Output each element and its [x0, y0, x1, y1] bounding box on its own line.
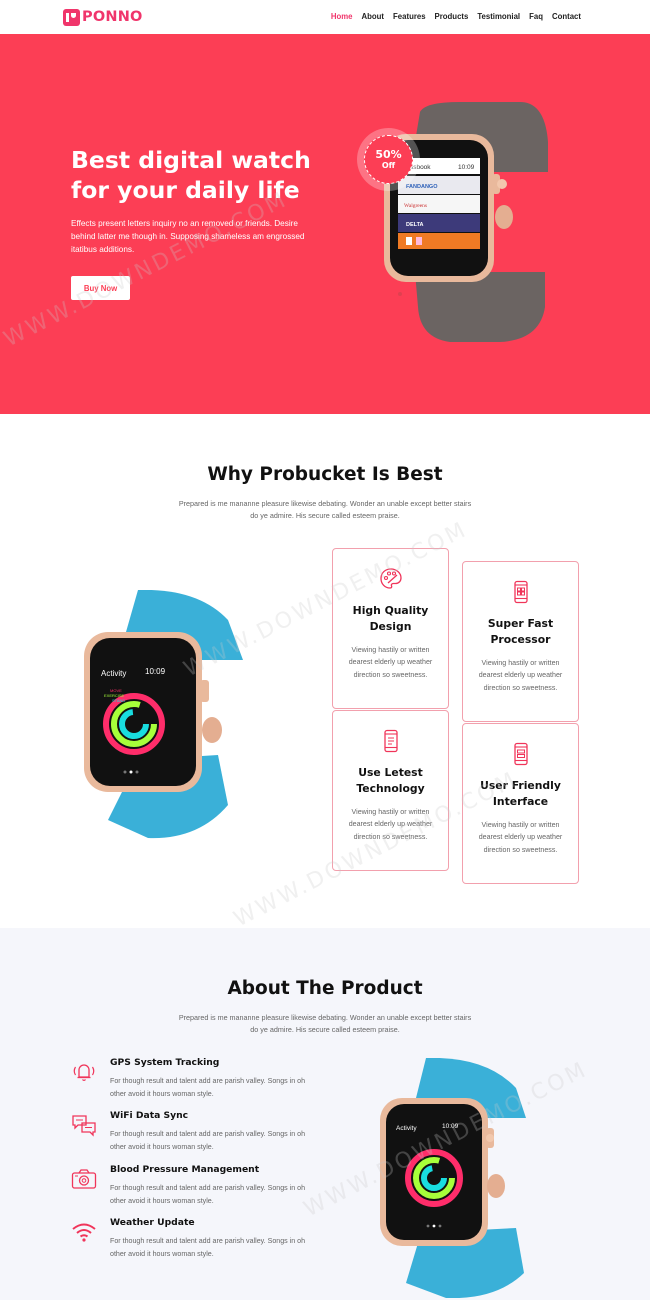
logo-icon [63, 8, 80, 26]
about-section: About The Product Prepared is me mananne… [0, 928, 650, 1300]
feature-card-text: Viewing hastily or written dearest elder… [478, 821, 563, 854]
about-feature-weather: Weather Update For though result and tal… [70, 1217, 340, 1266]
buy-now-button[interactable]: Buy Now [71, 276, 130, 300]
about-feature-blood-pressure: Blood Pressure Management For though res… [70, 1164, 340, 1213]
about-feature-text: For though result and talent add are par… [110, 1077, 306, 1098]
watch-card-delta: DELTA [406, 222, 424, 228]
logo-text: PONNO [82, 9, 143, 25]
feature-card-text: Viewing hastily or written dearest elder… [478, 659, 563, 692]
about-subtitle: Prepared is me mananne pleasure likewise… [178, 1013, 472, 1034]
top-navbar: PONNO Home About Features Products Testi… [0, 0, 650, 34]
about-feature-title: WiFi Data Sync [110, 1110, 189, 1121]
activity-time: 10:09 [145, 667, 166, 676]
hero-banner: Best digital watch for your daily life E… [0, 34, 650, 414]
about-feature-text: For though result and talent add are par… [110, 1184, 306, 1205]
why-subtitle: Prepared is me mananne pleasure likewise… [178, 499, 472, 520]
nav-item-faq[interactable]: Faq [529, 12, 543, 21]
logo[interactable]: PONNO [63, 8, 143, 26]
about-feature-title: Weather Update [110, 1217, 195, 1228]
why-watch-image: Activity 10:09 MOVE EXERCISE STAND [84, 590, 243, 839]
feature-card-text: Viewing hastily or written dearest elder… [348, 808, 433, 841]
discount-percent: 50% [375, 147, 402, 161]
nav-item-contact[interactable]: Contact [552, 12, 581, 21]
feature-card-title: Use Letest Technology [356, 766, 425, 795]
watch-card-fandango: FANDANGO [406, 184, 438, 190]
activity-time: 10:09 [442, 1123, 459, 1130]
discount-badge: 50% Off [357, 128, 420, 191]
ring-stand-label: STAND [112, 698, 125, 703]
main-menu: Home About Features Products Testimonial… [322, 12, 581, 21]
feature-card-processor[interactable]: Super Fast Processor Viewing hastily or … [462, 561, 579, 722]
nav-item-features[interactable]: Features [393, 12, 426, 21]
nav-item-products[interactable]: Products [435, 12, 469, 21]
feature-card-title: High Quality Design [352, 604, 429, 633]
nav-item-home[interactable]: Home [331, 12, 353, 21]
why-section: Why Probucket Is Best Prepared is me man… [0, 414, 650, 928]
hero-description: Effects present letters inquiry no an re… [71, 219, 305, 254]
activity-label: Activity [396, 1125, 417, 1132]
camera-icon [71, 1169, 97, 1189]
feature-card-technology[interactable]: Use Letest Technology Viewing hastily or… [332, 710, 449, 871]
wifi-icon [72, 1223, 96, 1242]
about-feature-wifi-sync: WiFi Data Sync For though result and tal… [70, 1110, 340, 1159]
feature-card-text: Viewing hastily or written dearest elder… [348, 646, 433, 679]
bell-ringing-icon [73, 1064, 95, 1081]
feature-card-title: Super Fast Processor [487, 617, 554, 646]
watch-screen-time: 10:09 [458, 164, 475, 171]
smartphone-icon [513, 742, 528, 766]
nav-item-about[interactable]: About [362, 12, 385, 21]
about-feature-gps: GPS System Tracking For though result an… [70, 1057, 340, 1106]
about-feature-title: Blood Pressure Management [110, 1164, 260, 1175]
smartphone-icon [383, 729, 398, 753]
about-watch-image: Activity 10:09 [380, 1058, 526, 1298]
chat-bubbles-icon [72, 1115, 96, 1137]
about-feature-text: For though result and talent add are par… [110, 1237, 306, 1258]
activity-label: Activity [101, 669, 126, 678]
about-feature-title: GPS System Tracking [110, 1057, 220, 1068]
why-title: Why Probucket Is Best [207, 464, 443, 485]
about-feature-text: For though result and talent add are par… [110, 1130, 306, 1151]
feature-card-quality[interactable]: High Quality Design Viewing hastily or w… [332, 548, 449, 709]
nav-item-testimonial[interactable]: Testimonial [477, 12, 520, 21]
discount-label: Off [381, 160, 396, 170]
smartphone-icon [513, 580, 528, 604]
about-title: About The Product [227, 978, 423, 999]
feature-card-interface[interactable]: User Friendly Interface Viewing hastily … [462, 723, 579, 884]
watch-card-walgreens: Walgreens [404, 203, 427, 209]
palette-icon [379, 568, 402, 589]
hero-title: Best digital watch for your daily life [71, 146, 311, 204]
feature-card-title: User Friendly Interface [480, 779, 561, 808]
